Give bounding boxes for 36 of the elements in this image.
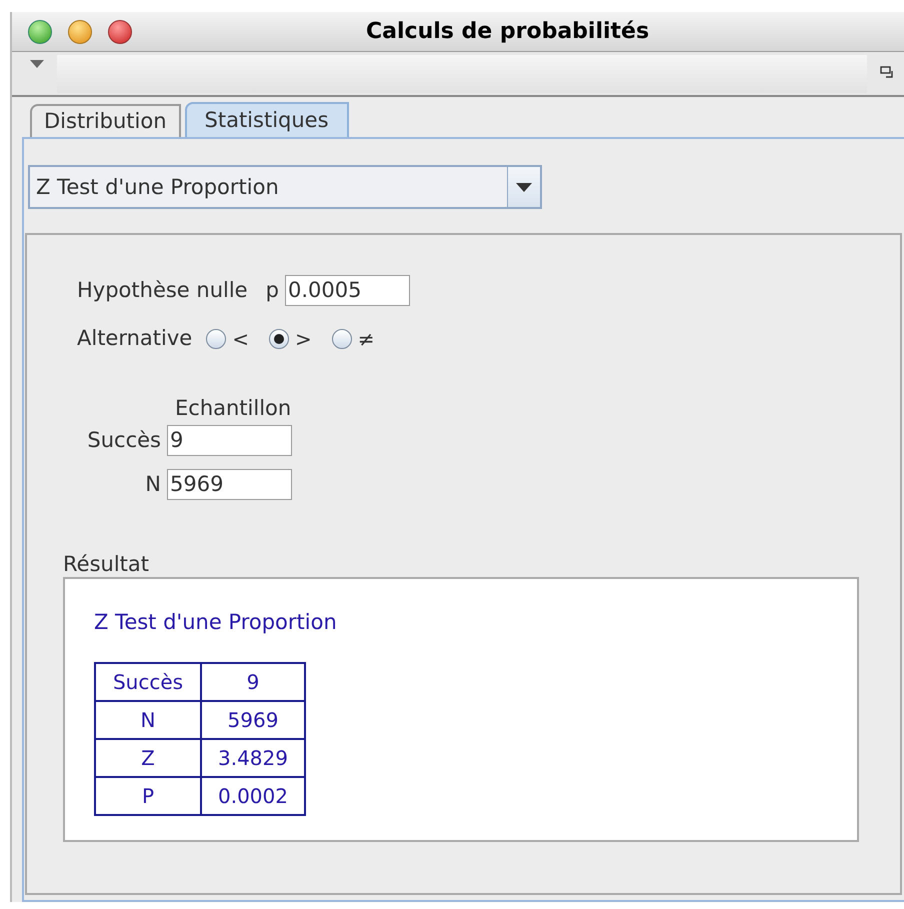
option-label: >	[294, 326, 312, 353]
tab[interactable]: Distribution	[30, 104, 181, 137]
dropdown-arrow-icon[interactable]	[30, 60, 44, 68]
input-field[interactable]: 5969	[167, 468, 292, 500]
close-button[interactable]	[28, 20, 52, 44]
result-label: Résultat	[63, 551, 149, 578]
null-hypothesis-label: Hypothèse nulle	[77, 277, 248, 304]
float-window-icon[interactable]	[880, 66, 894, 78]
option-label: <	[232, 326, 249, 353]
field-label: Succès	[86, 427, 162, 454]
option-label: ≠	[358, 326, 375, 353]
parameter-label: p	[266, 277, 279, 304]
table-cell: 9	[201, 663, 305, 701]
table-cell: 5969	[201, 701, 305, 739]
radio-button[interactable]	[268, 328, 289, 349]
table-cell: 0.0002	[201, 777, 305, 815]
tab[interactable]: Statistiques	[184, 102, 349, 137]
table-cell: Succès	[95, 663, 201, 701]
radio-button[interactable]	[332, 328, 352, 349]
table-cell: P	[95, 777, 201, 815]
minimize-button[interactable]	[68, 20, 92, 44]
input-field[interactable]: 9	[167, 425, 292, 456]
maximize-button[interactable]	[108, 20, 132, 44]
table-cell: Z	[95, 739, 201, 777]
test-dropdown[interactable]: Z Test d'une Proportion	[28, 165, 542, 209]
dropdown-value: Z Test d'une Proportion	[35, 174, 280, 201]
alternative-label: Alternative	[77, 325, 192, 352]
table-cell: N	[95, 701, 201, 739]
window-title: Calculs de probabilités	[366, 18, 650, 46]
caret-icon	[516, 182, 532, 192]
result-title: Z Test d'une Proportion	[94, 609, 337, 636]
radio-button[interactable]	[206, 328, 226, 349]
input-field[interactable]: 0.0005	[284, 275, 410, 306]
sample-heading: Echantillon	[175, 395, 292, 422]
table-cell: 3.4829	[201, 739, 305, 777]
field-label: N	[144, 470, 162, 498]
